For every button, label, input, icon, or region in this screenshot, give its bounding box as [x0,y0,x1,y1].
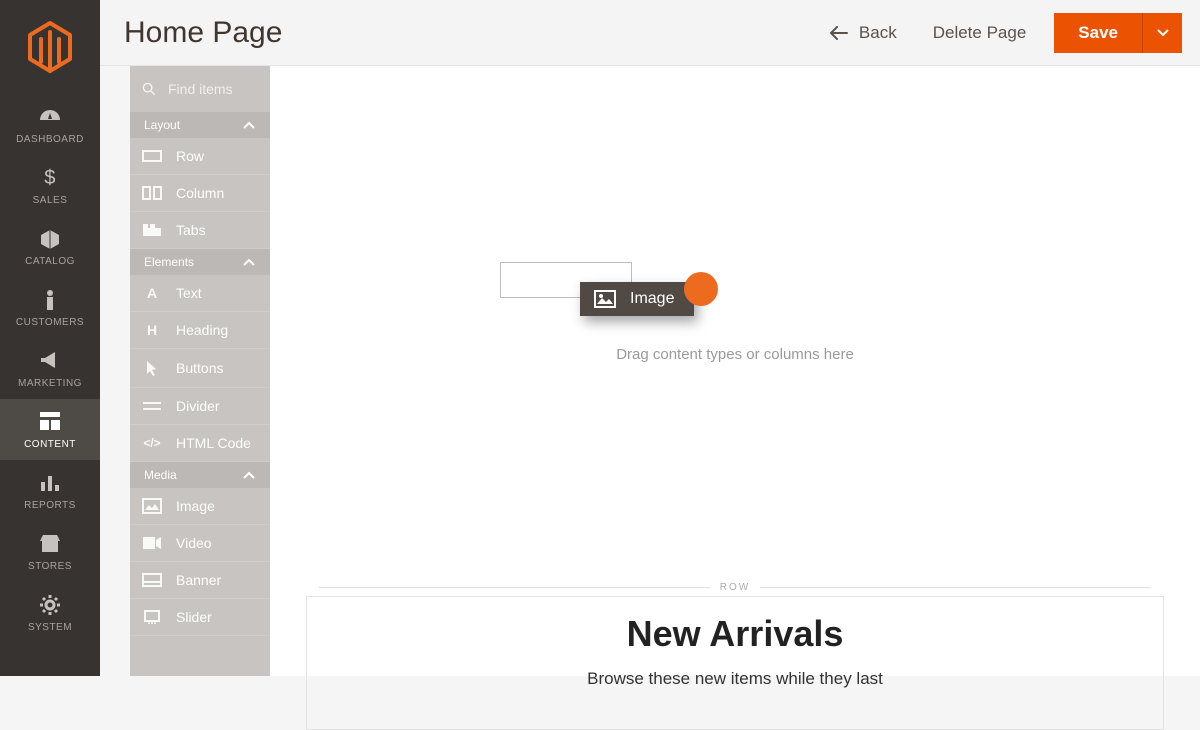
magento-logo-icon [26,20,74,74]
panel-item-text[interactable]: A Text [130,275,270,312]
chevron-down-icon [1156,26,1170,40]
content-row[interactable]: New Arrivals Browse these new items whil… [306,596,1164,730]
nav-label: MARKETING [0,378,100,389]
code-icon: </> [142,436,162,450]
page-title: Home Page [124,16,282,50]
divider-icon [142,401,162,411]
chart-icon [0,472,100,494]
row-icon [142,150,162,162]
tabs-icon [142,223,162,237]
delete-label: Delete Page [933,23,1027,43]
back-label: Back [859,23,897,43]
panel-item-label: Row [176,148,204,164]
cursor-icon [142,359,162,377]
save-button-group: Save [1054,13,1182,53]
nav-item-sales[interactable]: $ SALES [0,155,100,216]
nav-label: SALES [0,195,100,206]
nav-label: REPORTS [0,500,100,511]
slider-icon [142,610,162,624]
panel-item-label: Banner [176,572,221,588]
panel-item-label: Tabs [176,222,206,238]
save-button[interactable]: Save [1054,13,1142,53]
column-icon [142,186,162,200]
nav-label: CUSTOMERS [0,317,100,328]
store-icon [0,533,100,555]
nav-item-reports[interactable]: REPORTS [0,460,100,521]
group-label: Media [144,468,177,482]
image-icon [142,498,162,514]
drop-hint-text: Drag content types or columns here [270,346,1200,363]
nav-item-content[interactable]: CONTENT [0,399,100,460]
search-input[interactable] [168,81,258,97]
panel-item-tabs[interactable]: Tabs [130,212,270,249]
nav-label: SYSTEM [0,622,100,633]
drag-chip-image[interactable]: Image [580,282,694,316]
panel-item-slider[interactable]: Slider [130,599,270,636]
nav-item-catalog[interactable]: CATALOG [0,216,100,277]
panel-item-heading[interactable]: H Heading [130,312,270,349]
pagebuilder-panel: Layout Row Column Tabs Elements A Text H… [130,66,270,676]
layout-icon [0,411,100,433]
row-section-label: ROW [270,582,1200,593]
panel-item-label: Image [176,498,215,514]
gear-icon [0,594,100,616]
video-icon [142,536,162,550]
panel-group-media[interactable]: Media [130,462,270,488]
delete-page-button[interactable]: Delete Page [933,23,1027,43]
admin-nav: DASHBOARD $ SALES CATALOG CUSTOMERS MARK… [0,0,100,676]
row-heading: New Arrivals [327,613,1143,655]
image-icon [594,290,616,308]
panel-item-row[interactable]: Row [130,138,270,175]
search-icon [142,79,156,99]
drag-chip-label: Image [630,290,674,308]
nav-item-dashboard[interactable]: DASHBOARD [0,94,100,155]
text-icon: A [142,285,162,301]
panel-item-label: Text [176,285,202,301]
panel-search [130,66,270,112]
panel-group-layout[interactable]: Layout [130,112,270,138]
panel-item-banner[interactable]: Banner [130,562,270,599]
person-icon [0,289,100,311]
panel-item-label: HTML Code [176,435,251,451]
pagebuilder-canvas[interactable]: Image Drag content types or columns here… [270,66,1200,676]
panel-item-label: Slider [176,609,212,625]
nav-label: STORES [0,561,100,572]
nav-item-marketing[interactable]: MARKETING [0,338,100,399]
panel-item-video[interactable]: Video [130,525,270,562]
chevron-up-icon [242,255,256,269]
group-label: Layout [144,118,180,132]
panel-item-divider[interactable]: Divider [130,388,270,425]
back-button[interactable]: Back [829,23,897,43]
group-label: Elements [144,255,194,269]
nav-item-system[interactable]: SYSTEM [0,582,100,643]
chevron-up-icon [242,468,256,482]
panel-item-label: Video [176,535,212,551]
nav-label: DASHBOARD [0,134,100,145]
dollar-icon: $ [0,167,100,189]
banner-icon [142,573,162,587]
panel-item-html[interactable]: </> HTML Code [130,425,270,462]
cursor-indicator-icon [684,272,718,306]
page-header: Home Page Back Delete Page Save [100,0,1200,66]
panel-item-label: Divider [176,398,220,414]
nav-item-stores[interactable]: STORES [0,521,100,582]
panel-item-image[interactable]: Image [130,488,270,525]
panel-group-elements[interactable]: Elements [130,249,270,275]
megaphone-icon [0,350,100,372]
panel-item-label: Heading [176,322,228,338]
row-subheading: Browse these new items while they last [327,669,1143,689]
panel-item-label: Buttons [176,360,223,376]
nav-label: CATALOG [0,256,100,267]
box-icon [0,228,100,250]
arrow-left-icon [829,26,849,40]
chevron-up-icon [242,118,256,132]
save-dropdown-button[interactable] [1142,13,1182,53]
nav-item-customers[interactable]: CUSTOMERS [0,277,100,338]
gauge-icon [0,106,100,128]
panel-item-column[interactable]: Column [130,175,270,212]
nav-label: CONTENT [0,439,100,450]
panel-item-label: Column [176,185,224,201]
panel-item-buttons[interactable]: Buttons [130,349,270,388]
heading-icon: H [142,322,162,338]
